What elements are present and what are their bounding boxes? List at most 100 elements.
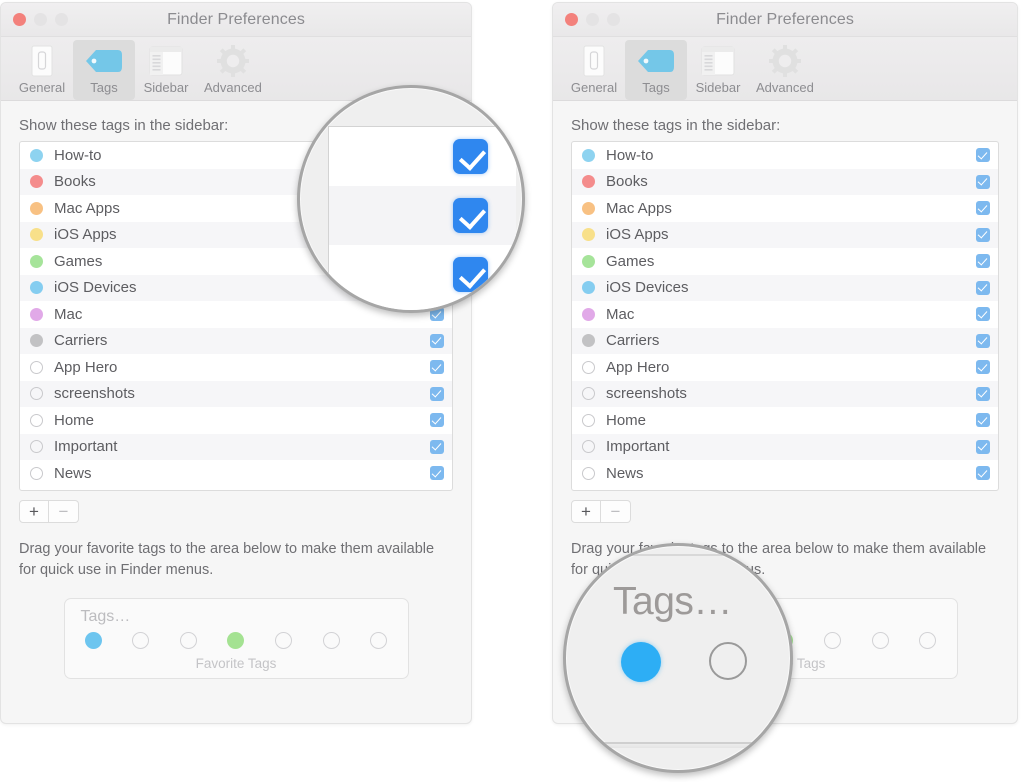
tag-row[interactable]: Home xyxy=(572,407,998,434)
tag-color-dot[interactable] xyxy=(30,201,43,215)
tag-visible-checkbox[interactable] xyxy=(976,227,990,242)
tag-color-dot[interactable] xyxy=(30,228,43,242)
favorite-slot-empty[interactable] xyxy=(275,632,293,650)
tag-visible-checkbox[interactable] xyxy=(976,280,990,295)
tag-visible-checkbox[interactable] xyxy=(976,254,990,269)
favorite-slot-empty[interactable] xyxy=(179,632,197,650)
tag-color-dot[interactable] xyxy=(30,413,43,427)
favorite-slot-filled[interactable] xyxy=(227,632,245,650)
tag-row[interactable]: Mac xyxy=(572,301,998,328)
tag-visible-checkbox[interactable] xyxy=(976,360,990,375)
tag-visible-checkbox[interactable] xyxy=(976,201,990,216)
tag-checkbox-zoomed[interactable] xyxy=(453,139,488,174)
favorite-slot-empty[interactable] xyxy=(132,632,150,650)
tag-color-dot[interactable] xyxy=(30,148,43,162)
favorite-slot-empty[interactable] xyxy=(919,632,937,650)
tag-visible-checkbox[interactable] xyxy=(430,333,444,348)
tab-general[interactable]: General xyxy=(11,40,73,100)
favorite-tags-slots[interactable] xyxy=(81,632,392,650)
favorite-slot-empty[interactable] xyxy=(871,632,889,650)
tag-color-dot[interactable] xyxy=(582,148,595,162)
tag-color-dot[interactable] xyxy=(582,254,595,268)
titlebar[interactable]: Finder Preferences xyxy=(1,3,471,37)
tag-color-dot[interactable] xyxy=(30,175,43,189)
tab-advanced[interactable]: Advanced xyxy=(749,40,821,100)
tag-list[interactable]: How-to Books Mac Apps iOS Apps Games iOS Devi… xyxy=(571,141,999,491)
tag-color-dot[interactable] xyxy=(30,307,43,321)
tag-row[interactable]: Important xyxy=(20,433,452,460)
tag-checkbox-zoomed[interactable] xyxy=(453,257,488,292)
favorite-tags-dropzone[interactable]: Tags… Favorite Tags xyxy=(63,598,409,680)
tag-color-dot[interactable] xyxy=(582,228,595,242)
close-window-button[interactable] xyxy=(13,13,26,26)
favorite-slot-empty[interactable] xyxy=(370,632,388,650)
tag-visible-checkbox[interactable] xyxy=(430,413,444,428)
tag-row[interactable]: Mac Apps xyxy=(572,195,998,222)
add-tag-button[interactable]: + xyxy=(571,500,601,523)
favorite-slot-filled[interactable] xyxy=(84,632,102,650)
tag-checkbox-zoomed[interactable] xyxy=(453,198,488,233)
tag-row[interactable]: Games xyxy=(572,248,998,275)
tag-color-dot[interactable] xyxy=(582,466,595,480)
tag-row[interactable]: App Hero xyxy=(20,354,452,381)
tag-visible-checkbox[interactable] xyxy=(430,439,444,454)
zoomed-favorite-slot-empty[interactable] xyxy=(709,642,747,680)
tag-visible-checkbox[interactable] xyxy=(976,148,990,163)
tag-color-dot[interactable] xyxy=(582,201,595,215)
tag-row[interactable]: Home xyxy=(20,407,452,434)
tag-color-dot[interactable] xyxy=(30,334,43,348)
tag-color-dot[interactable] xyxy=(30,440,43,454)
tag-visible-checkbox[interactable] xyxy=(430,360,444,375)
zoom-window-button[interactable] xyxy=(607,13,620,26)
tag-color-dot[interactable] xyxy=(30,254,43,268)
minimize-window-button[interactable] xyxy=(34,13,47,26)
tab-sidebar[interactable]: Sidebar xyxy=(135,40,197,100)
tab-general[interactable]: General xyxy=(563,40,625,100)
tag-row[interactable]: App Hero xyxy=(572,354,998,381)
tag-row[interactable]: Books xyxy=(572,168,998,195)
tab-sidebar[interactable]: Sidebar xyxy=(687,40,749,100)
minimize-window-button[interactable] xyxy=(586,13,599,26)
tag-color-dot[interactable] xyxy=(582,175,595,189)
titlebar[interactable]: Finder Preferences xyxy=(553,3,1017,37)
tag-row[interactable]: screenshots xyxy=(572,380,998,407)
tag-visible-checkbox[interactable] xyxy=(976,333,990,348)
tag-visible-checkbox[interactable] xyxy=(976,439,990,454)
remove-tag-button[interactable]: − xyxy=(601,500,631,523)
favorite-slot-empty[interactable] xyxy=(322,632,340,650)
tag-visible-checkbox[interactable] xyxy=(430,466,444,481)
tag-row[interactable]: News xyxy=(572,460,998,487)
tag-color-dot[interactable] xyxy=(582,307,595,321)
favorite-slot-empty[interactable] xyxy=(824,632,842,650)
tab-advanced[interactable]: Advanced xyxy=(197,40,269,100)
tag-row[interactable]: screenshots xyxy=(20,380,452,407)
tag-row[interactable]: iOS Devices xyxy=(572,274,998,301)
tag-row[interactable]: Carriers xyxy=(572,327,998,354)
close-window-button[interactable] xyxy=(565,13,578,26)
tag-row[interactable]: Carriers xyxy=(20,327,452,354)
tag-color-dot[interactable] xyxy=(30,387,43,401)
zoomed-favorite-slot-filled[interactable] xyxy=(621,642,661,682)
tag-visible-checkbox[interactable] xyxy=(976,413,990,428)
tag-color-dot[interactable] xyxy=(582,387,595,401)
tag-color-dot[interactable] xyxy=(30,281,43,295)
tag-visible-checkbox[interactable] xyxy=(976,466,990,481)
tag-row[interactable]: iOS Apps xyxy=(572,221,998,248)
tab-tags[interactable]: Tags xyxy=(625,40,687,100)
tag-color-dot[interactable] xyxy=(582,360,595,374)
tag-visible-checkbox[interactable] xyxy=(430,386,444,401)
tag-color-dot[interactable] xyxy=(582,281,595,295)
tag-visible-checkbox[interactable] xyxy=(976,174,990,189)
tag-row[interactable]: Important xyxy=(572,433,998,460)
tag-row[interactable]: News xyxy=(20,460,452,487)
tag-visible-checkbox[interactable] xyxy=(976,386,990,401)
tag-color-dot[interactable] xyxy=(30,466,43,480)
add-tag-button[interactable]: + xyxy=(19,500,49,523)
zoom-window-button[interactable] xyxy=(55,13,68,26)
tag-visible-checkbox[interactable] xyxy=(976,307,990,322)
tag-color-dot[interactable] xyxy=(30,360,43,374)
tab-tags[interactable]: Tags xyxy=(73,40,135,100)
tag-row[interactable]: How-to xyxy=(572,142,998,169)
tag-color-dot[interactable] xyxy=(582,413,595,427)
tag-color-dot[interactable] xyxy=(582,440,595,454)
